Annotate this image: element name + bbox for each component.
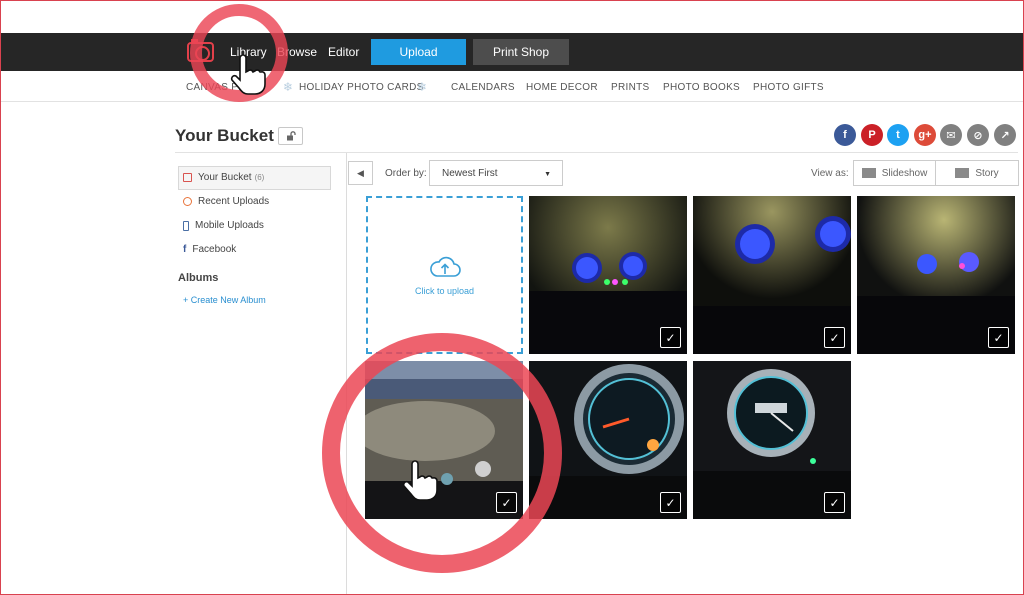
order-by-label: Order by: [385,168,427,179]
share-export-button[interactable]: ↗ [994,124,1016,146]
bucket-count: (6) [254,173,265,182]
print-shop-button[interactable]: Print Shop [473,39,569,65]
sidebar-item-recent-uploads[interactable]: Recent Uploads [183,196,269,207]
photo-thumbnail[interactable]: ✓ [529,361,687,519]
sidebar-item-label: Mobile Uploads [195,220,264,231]
photo-thumbnail[interactable]: ✓ [693,196,851,354]
share-pinterest-button[interactable]: P [861,124,883,146]
nav-editor[interactable]: Editor [328,45,359,59]
selected-check-icon[interactable]: ✓ [660,327,681,348]
subnav-photo-gifts[interactable]: PHOTO GIFTS [753,82,824,93]
page-title: Your Bucket [175,126,274,145]
subnav-prints[interactable]: PRINTS [611,82,649,93]
caret-left-icon: ◀ [357,167,364,178]
caret-down-icon: ▼ [544,171,551,178]
story-icon [955,168,970,178]
selected-check-icon[interactable]: ✓ [824,327,845,348]
subnav-home-decor[interactable]: HOME DECOR [526,82,598,93]
photo-thumbnail[interactable]: ✓ [365,361,523,519]
header-divider [175,152,1018,153]
share-facebook-button[interactable]: f [834,124,856,146]
camera-logo-icon[interactable] [187,39,214,62]
subnav-canvas-prints[interactable]: CANVAS PR [186,82,246,93]
selected-check-icon[interactable]: ✓ [988,327,1009,348]
selected-check-icon[interactable]: ✓ [660,492,681,513]
lock-toggle-button[interactable] [278,127,303,145]
sidebar-item-label: Facebook [192,244,237,255]
nav-browse[interactable]: Browse [277,45,317,59]
upload-button[interactable]: Upload [371,39,466,65]
sidebar-divider [346,153,347,595]
facebook-icon: f [183,244,187,255]
selected-check-icon[interactable]: ✓ [496,492,517,513]
sidebar-item-label: Recent Uploads [198,196,270,207]
sidebar-item-label: Your Bucket [198,172,252,183]
category-navbar: CANVAS PR ❄ HOLIDAY PHOTO CARDS ❄ CALEND… [1,71,1023,102]
order-by-value: Newest First [442,168,498,179]
slideshow-icon [861,168,876,178]
view-story-button[interactable]: Story [935,160,1019,186]
upload-tile-label: Click to upload [414,286,475,296]
bucket-icon [183,173,192,182]
sidebar-item-facebook[interactable]: f Facebook [183,244,236,255]
view-as-label: View as: [811,168,849,179]
create-album-link[interactable]: + Create New Album [183,295,266,305]
photo-thumbnail[interactable]: ✓ [529,196,687,354]
selected-check-icon[interactable]: ✓ [824,492,845,513]
cloud-upload-icon [429,256,461,277]
subnav-photo-books[interactable]: PHOTO BOOKS [663,82,740,93]
photo-thumbnail[interactable]: ✓ [857,196,1015,354]
slideshow-label: Slideshow [881,167,928,179]
albums-heading: Albums [178,272,219,284]
share-twitter-button[interactable]: t [887,124,909,146]
photo-thumbnail[interactable]: ✓ [693,361,851,519]
upload-tile[interactable]: Click to upload [366,196,523,354]
top-navbar: Library Browse Editor Upload Print Shop [1,33,1023,71]
sidebar-item-your-bucket[interactable]: Your Bucket (6) [183,172,264,183]
subnav-holiday-cards[interactable]: HOLIDAY PHOTO CARDS [299,82,424,93]
collapse-sidebar-button[interactable]: ◀ [348,161,373,185]
story-label: Story [975,167,999,179]
share-link-button[interactable]: ⊘ [967,124,989,146]
snowflake-icon: ❄ [283,80,294,94]
share-googleplus-button[interactable]: g+ [914,124,936,146]
sidebar-item-mobile-uploads[interactable]: Mobile Uploads [183,220,264,231]
nav-library[interactable]: Library [230,45,267,59]
view-slideshow-button[interactable]: Slideshow [853,160,936,186]
clock-icon [183,197,192,206]
unlock-icon [286,131,296,141]
snowflake-icon: ❄ [417,80,428,94]
order-by-select[interactable]: Newest First ▼ [429,160,563,186]
phone-icon [183,220,189,231]
subnav-calendars[interactable]: CALENDARS [451,82,515,93]
share-email-button[interactable]: ✉ [940,124,962,146]
